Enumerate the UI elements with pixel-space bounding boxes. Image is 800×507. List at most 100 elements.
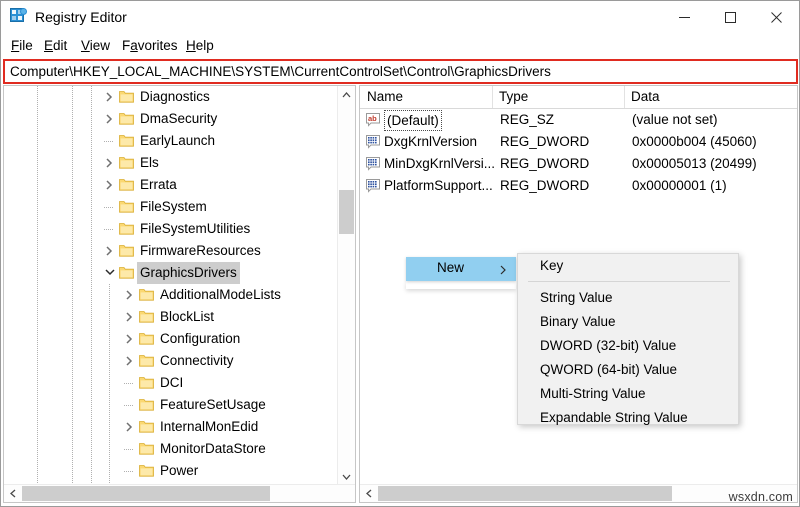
tree-item-filesystemutilities[interactable]: FileSystemUtilities [4,218,338,240]
chevron-right-icon[interactable] [104,240,116,262]
column-divider-type-data[interactable] [624,86,625,108]
address-bar-input[interactable] [7,63,794,80]
menu-view[interactable]: View [77,37,114,54]
tree-scroll-up-icon[interactable] [338,86,355,103]
values-row[interactable]: DxgKrnlVersionREG_DWORD0x0000b004 (45060… [360,131,797,153]
chevron-right-icon[interactable] [124,328,136,350]
tree-item-configuration[interactable]: Configuration [4,328,338,350]
context-menu-item-dword-32-bit-value[interactable]: DWORD (32-bit) Value [518,334,738,358]
context-menu-item-multi-string-value[interactable]: Multi-String Value [518,382,738,406]
values-list[interactable]: ab(Default)REG_SZ(value not set)DxgKrnlV… [360,109,797,197]
context-menu-item-expandable-string-value[interactable]: Expandable String Value [518,406,738,430]
menu-edit[interactable]: Edit [40,37,71,54]
minimize-button[interactable] [661,1,707,33]
values-scroll-left-icon[interactable] [360,485,377,502]
tree-item-errata[interactable]: Errata [4,174,338,196]
chevron-right-icon[interactable] [104,86,116,108]
values-row[interactable]: ab(Default)REG_SZ(value not set) [360,109,797,131]
folder-icon [119,240,135,262]
tree-hscroll-thumb[interactable] [22,486,270,501]
tree-guide-line [37,152,38,174]
tree-item-els[interactable]: Els [4,152,338,174]
tree-guide-line [91,350,92,372]
chevron-right-icon[interactable] [104,174,116,196]
context-menu-item-string-value[interactable]: String Value [518,286,738,310]
menu-favorites[interactable]: Favorites [118,37,182,54]
tree-item-label: FeatureSetUsage [157,394,269,416]
values-row[interactable]: MinDxgKrnlVersi...REG_DWORD0x00005013 (2… [360,153,797,175]
tree-leaf-stub-icon [104,207,113,208]
tree-item-diagnostics[interactable]: Diagnostics [4,86,338,108]
maximize-button[interactable] [707,1,753,33]
tree-guide-line [91,306,92,328]
tree-item-label: DmaSecurity [137,108,220,130]
chevron-down-icon[interactable] [104,262,116,284]
menu-file[interactable]: File [7,37,37,54]
chevron-right-icon[interactable] [104,152,116,174]
values-column-header: Name Type Data [360,86,797,109]
menu-help-accel: H [186,38,196,53]
tree-horizontal-scrollbar[interactable] [4,484,355,502]
tree-item-dmasecurity[interactable]: DmaSecurity [4,108,338,130]
close-button[interactable] [753,1,799,33]
chevron-right-icon[interactable] [104,108,116,130]
context-menu-separator [528,281,730,282]
chevron-right-icon[interactable] [124,306,136,328]
tree-item-internalmonedid[interactable]: InternalMonEdid [4,416,338,438]
context-menu-item-new[interactable]: New [406,257,516,281]
tree-scroll-down-icon[interactable] [338,468,355,485]
tree-leaf-stub-icon [124,405,133,406]
tree-guide-line [72,108,73,130]
tree-item-additionalmodelists[interactable]: AdditionalModeLists [4,284,338,306]
values-hscroll-thumb[interactable] [378,486,672,501]
tree-guide-line [109,460,110,482]
context-menu-new-submenu[interactable]: Key String ValueBinary ValueDWORD (32-bit… [517,253,739,425]
tree-vertical-scrollbar[interactable] [337,86,355,485]
tree-item-label: FileSystemUtilities [137,218,253,240]
context-menu-item-binary-value[interactable]: Binary Value [518,310,738,334]
tree-guide-line [91,218,92,240]
registry-tree[interactable]: DiagnosticsDmaSecurityEarlyLaunchElsErra… [4,86,338,485]
column-header-data[interactable]: Data [631,89,660,104]
context-menu-item-qword-64-bit-value[interactable]: QWORD (64-bit) Value [518,358,738,382]
tree-item-monitordatastore[interactable]: MonitorDataStore [4,438,338,460]
value-name: DxgKrnlVersion [384,131,477,153]
tree-item-dci[interactable]: DCI [4,372,338,394]
tree-item-connectivity[interactable]: Connectivity [4,350,338,372]
tree-item-featuresetusage[interactable]: FeatureSetUsage [4,394,338,416]
tree-item-blocklist[interactable]: BlockList [4,306,338,328]
tree-item-power[interactable]: Power [4,460,338,482]
tree-guide-line [72,460,73,482]
tree-guide-line [91,130,92,152]
tree-guide-line [72,218,73,240]
context-menu-item-key[interactable]: Key [518,254,738,278]
tree-scroll-thumb[interactable] [339,190,354,234]
chevron-right-icon[interactable] [124,416,136,438]
tree-item-label: Configuration [157,328,243,350]
tree-item-earlylaunch[interactable]: EarlyLaunch [4,130,338,152]
tree-guide-line [91,152,92,174]
chevron-right-icon[interactable] [124,350,136,372]
dword-value-icon [365,156,381,172]
column-header-type[interactable]: Type [499,89,528,104]
chevron-right-icon[interactable] [124,284,136,306]
tree-item-filesystem[interactable]: FileSystem [4,196,338,218]
registry-editor-window: Registry Editor File Edit View Favorites… [0,0,800,507]
tree-item-label: BlockList [157,306,217,328]
menu-file-post: ile [19,38,33,53]
tree-item-label: FirmwareResources [137,240,264,262]
tree-item-graphicsdrivers[interactable]: GraphicsDrivers [4,262,338,284]
menu-edit-post: dit [53,38,67,53]
tree-item-label: AdditionalModeLists [157,284,284,306]
column-divider-name-type[interactable] [492,86,493,108]
tree-item-firmwareresources[interactable]: FirmwareResources [4,240,338,262]
column-header-name[interactable]: Name [367,89,403,104]
tree-item-label: DCI [157,372,186,394]
values-row[interactable]: PlatformSupport...REG_DWORD0x00000001 (1… [360,175,797,197]
menu-edit-accel: E [44,38,53,53]
value-data: 0x00000001 (1) [632,175,727,197]
menu-help[interactable]: Help [182,37,218,54]
folder-icon [139,306,155,328]
tree-scroll-left-icon[interactable] [4,485,21,502]
title-bar: Registry Editor [1,1,799,33]
